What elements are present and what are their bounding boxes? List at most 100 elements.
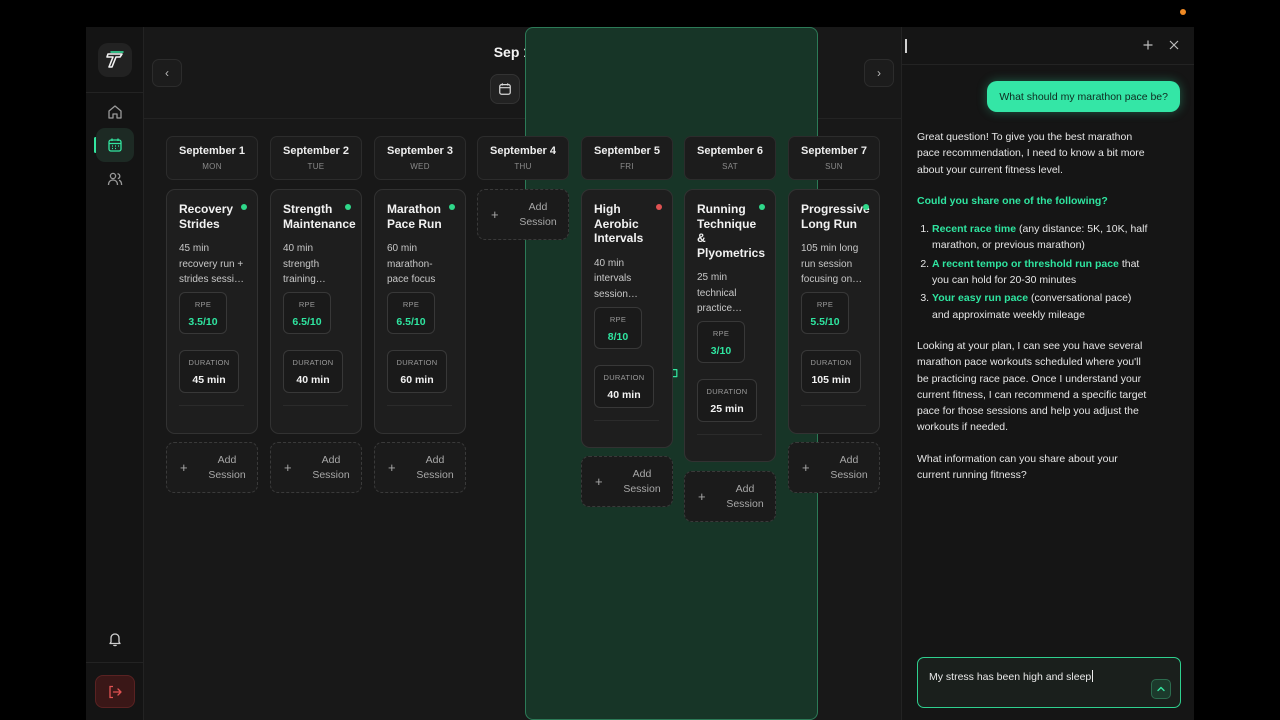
recording-indicator <box>1180 9 1186 15</box>
rpe-label: RPE <box>194 300 212 309</box>
status-dot <box>759 204 765 210</box>
chat-input[interactable]: My stress has been high and sleep <box>917 657 1181 708</box>
add-session-button[interactable]: + Add Session <box>788 442 880 493</box>
add-session-button[interactable]: + Add Session <box>166 442 258 493</box>
close-chat-button[interactable] <box>1166 37 1182 53</box>
rpe-badge: RPE 3/10 <box>697 321 745 363</box>
add-session-label: Add Session <box>312 453 350 481</box>
plus-icon: + <box>388 460 396 475</box>
rpe-label: RPE <box>298 300 316 309</box>
session-description: 60 min marathon-pace focus sessio… <box>387 243 436 285</box>
duration-value: 105 min <box>811 374 851 386</box>
assistant-message: Great question! To give you the best mar… <box>917 129 1149 498</box>
sidebar-item-athletes[interactable] <box>96 162 134 196</box>
day-date: September 1 <box>178 145 246 157</box>
add-session-label: Add Session <box>726 482 764 510</box>
session-card[interactable]: Marathon Pace Run 60 min marathon-pace f… <box>374 189 466 434</box>
next-week-button[interactable]: › <box>864 59 894 87</box>
card-divider <box>283 405 348 406</box>
plus-icon: + <box>698 489 706 504</box>
calendar-icon <box>499 83 511 95</box>
chevron-right-icon: › <box>877 66 881 80</box>
chat-toolbar <box>902 27 1194 65</box>
duration-label: DURATION <box>603 372 645 382</box>
option-list: Recent race time (any distance: 5K, 10K,… <box>932 221 1149 323</box>
status-dot <box>241 204 247 210</box>
day-date: September 5 <box>593 145 661 157</box>
add-session-button[interactable]: + Add Session <box>684 471 776 522</box>
day-header: September 1 MON <box>166 136 258 180</box>
day-column-mon: September 1 MON Recovery Strides 45 min … <box>166 136 258 493</box>
day-of-week: MON <box>202 162 222 171</box>
session-description: 40 min intervals session… <box>594 257 638 300</box>
add-session-button[interactable]: + Add Session <box>581 456 673 507</box>
logout-button[interactable] <box>95 675 135 708</box>
session-card[interactable]: Strength Maintenance 40 min strength tra… <box>270 189 362 434</box>
plus-icon <box>1143 40 1153 50</box>
session-card[interactable]: Recovery Strides 45 min recovery run + s… <box>166 189 258 434</box>
day-column-sat: September 6 SAT Running Technique & Plyo… <box>684 136 776 522</box>
status-dot <box>863 204 869 210</box>
day-of-week: FRI <box>620 162 634 171</box>
session-card[interactable]: Progressive Long Run 105 min long run se… <box>788 189 880 434</box>
day-header: September 6 SAT <box>684 136 776 180</box>
session-title: High Aerobic Intervals <box>594 202 644 245</box>
app-logo[interactable] <box>98 43 132 77</box>
prev-week-button[interactable]: ‹ <box>152 59 182 87</box>
logout-icon <box>109 685 122 698</box>
session-description: 25 min technical practice… <box>697 272 743 314</box>
assistant-body: Looking at your plan, I can see you have… <box>917 339 1147 434</box>
sidebar-divider <box>86 92 144 93</box>
logo-icon <box>106 51 124 68</box>
option-highlight: A recent tempo or threshold run pace <box>932 257 1119 270</box>
option-item: Your easy run pace (conversational pace)… <box>932 290 1149 323</box>
duration-label: DURATION <box>706 387 748 396</box>
send-button[interactable] <box>1151 679 1171 699</box>
calendar-view-button[interactable] <box>490 74 520 104</box>
sidebar-item-calendar[interactable] <box>96 128 134 162</box>
duration-value: 25 min <box>710 403 744 415</box>
plus-icon: + <box>595 474 603 489</box>
session-title: Strength Maintenance <box>283 202 356 231</box>
rpe-value: 3/10 <box>710 345 732 357</box>
session-card[interactable]: Running Technique & Plyometrics 25 min t… <box>684 189 776 462</box>
session-description: 105 min long run session focusing on… <box>801 243 863 285</box>
app-window: Sep 1 - 7 ‹ › September 1 MON Recovery S… <box>86 27 1194 720</box>
day-of-week: WED <box>410 162 430 171</box>
duration-badge: DURATION 105 min <box>801 350 861 393</box>
day-of-week: SUN <box>825 162 843 171</box>
session-card[interactable]: High Aerobic Intervals 40 min intervals … <box>581 189 673 448</box>
add-session-label: Add Session <box>519 200 557 228</box>
new-chat-button[interactable] <box>1140 37 1156 53</box>
duration-badge: DURATION 40 min <box>594 364 654 408</box>
text-cursor <box>905 39 907 53</box>
close-icon <box>1169 40 1179 50</box>
rpe-label: RPE <box>816 300 834 309</box>
session-description: 40 min strength training… <box>283 243 326 285</box>
duration-badge: DURATION 60 min <box>387 350 447 393</box>
plus-icon: + <box>491 207 499 222</box>
day-of-week: THU <box>514 162 532 171</box>
status-dot <box>449 204 455 210</box>
day-column-thu: September 4 THU + Add Session <box>477 136 569 240</box>
add-session-label: Add Session <box>623 467 661 495</box>
sidebar <box>86 27 144 720</box>
duration-label: DURATION <box>810 358 852 367</box>
duration-value: 40 min <box>296 374 330 386</box>
assistant-closing: What information can you share about you… <box>917 452 1118 482</box>
rpe-badge: RPE 6.5/10 <box>387 292 435 334</box>
duration-badge: DURATION 25 min <box>697 379 757 422</box>
notifications-button[interactable] <box>96 622 134 656</box>
add-session-button[interactable]: + Add Session <box>374 442 466 493</box>
rpe-value: 6.5/10 <box>292 316 322 328</box>
duration-label: DURATION <box>188 358 230 367</box>
session-title: Marathon Pace Run <box>387 202 442 231</box>
sidebar-item-home[interactable] <box>96 95 134 129</box>
add-session-button[interactable]: + Add Session <box>477 189 569 240</box>
day-date: September 2 <box>282 145 350 157</box>
session-description: 45 min recovery run + strides sessi… <box>179 243 245 285</box>
duration-label: DURATION <box>292 358 334 367</box>
add-session-button[interactable]: + Add Session <box>270 442 362 493</box>
duration-badge: DURATION 45 min <box>179 350 239 393</box>
day-column-wed: September 3 WED Marathon Pace Run 60 min… <box>374 136 466 493</box>
